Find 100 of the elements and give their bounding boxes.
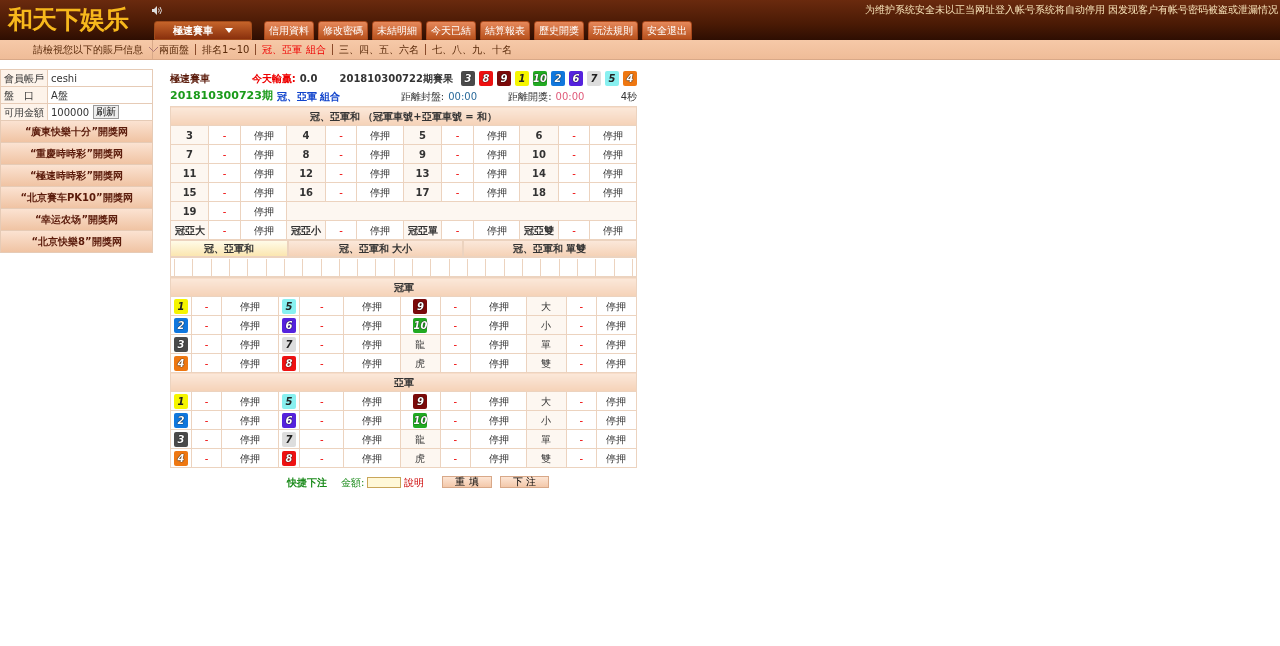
refresh-button[interactable]: 刷新 (93, 105, 120, 119)
bet-status[interactable]: 停押 (240, 125, 287, 145)
bet-status[interactable]: 停押 (221, 315, 279, 335)
bet-status[interactable]: 停押 (240, 182, 287, 202)
bet-status[interactable]: 停押 (596, 334, 637, 354)
bet-status[interactable]: 停押 (473, 163, 520, 183)
bet-status[interactable]: 停押 (589, 144, 637, 164)
subnav-tab[interactable]: 兩面盤 (153, 44, 195, 55)
bet-status[interactable]: 停押 (221, 410, 279, 430)
bet-status[interactable]: 停押 (221, 296, 279, 316)
bet-status[interactable]: 停押 (240, 220, 287, 240)
menu-tab[interactable]: 未結明細 (372, 21, 422, 40)
bet-status[interactable]: 停押 (343, 429, 401, 449)
odds-cell: - (299, 315, 344, 335)
bet-status[interactable]: 停押 (343, 315, 401, 335)
lottery-link[interactable]: “廣東快樂十分”開獎网 (0, 121, 153, 143)
odds-cell: - (191, 429, 222, 449)
bet-status[interactable]: 停押 (343, 448, 401, 468)
bet-status[interactable]: 停押 (589, 182, 637, 202)
bet-label: 7 (170, 144, 209, 164)
subnav-tab[interactable]: 七、八、九、十名 (424, 44, 518, 55)
profit-label: 今天輸贏: (251, 71, 296, 86)
bet-status[interactable]: 停押 (470, 448, 527, 468)
bet-status[interactable]: 停押 (596, 315, 637, 335)
lottery-link[interactable]: “幸运农场”開獎网 (0, 209, 153, 231)
bet-status[interactable]: 停押 (356, 163, 404, 183)
odds-cell: - (558, 144, 590, 164)
bet-status[interactable]: 停押 (356, 182, 404, 202)
bet-status[interactable]: 停押 (356, 144, 404, 164)
lottery-link[interactable]: “北京賽车PK10”開獎网 (0, 187, 153, 209)
odds-cell: - (299, 296, 344, 316)
odds-cell: - (299, 334, 344, 354)
bet-status[interactable]: 停押 (343, 353, 401, 373)
bet-status[interactable]: 停押 (470, 429, 527, 449)
bet-label: 3 (170, 125, 209, 145)
bet-status[interactable]: 停押 (589, 163, 637, 183)
close-label: 距離封盤: (400, 90, 445, 104)
amount-label: 金額: (341, 475, 365, 490)
bet-status[interactable]: 停押 (356, 220, 404, 240)
game-dropdown[interactable]: 極速賽車 (154, 21, 252, 40)
account-value: A盤 (47, 86, 153, 104)
bet-status[interactable]: 停押 (473, 144, 520, 164)
odds-cell: - (441, 220, 474, 240)
bet-status[interactable]: 停押 (343, 296, 401, 316)
reset-button[interactable]: 重 填 (442, 476, 492, 488)
bet-status[interactable]: 停押 (470, 334, 527, 354)
lottery-link[interactable]: “北京快樂8”開獎网 (0, 231, 153, 253)
bet-status[interactable]: 停押 (470, 391, 527, 411)
bet-status[interactable]: 停押 (470, 410, 527, 430)
sum-tab[interactable]: 冠、亞軍和 大小 (288, 240, 463, 257)
odds-cell: - (208, 125, 241, 145)
bet-status[interactable]: 停押 (240, 144, 287, 164)
lottery-link[interactable]: “極速時時彩”開獎网 (0, 165, 153, 187)
bet-status[interactable]: 停押 (589, 220, 637, 240)
bet-status[interactable]: 停押 (240, 201, 287, 221)
bet-status[interactable]: 停押 (596, 410, 637, 430)
amount-field[interactable] (367, 476, 402, 488)
bet-status[interactable]: 停押 (343, 334, 401, 354)
bet-status[interactable]: 停押 (343, 410, 401, 430)
bet-status[interactable]: 停押 (473, 220, 520, 240)
menu-tab[interactable]: 修改密碼 (318, 21, 368, 40)
bet-status[interactable]: 停押 (596, 296, 637, 316)
bet-status[interactable]: 停押 (221, 334, 279, 354)
submit-button[interactable]: 下 注 (499, 476, 549, 488)
bet-status[interactable]: 停押 (596, 429, 637, 449)
bet-status[interactable]: 停押 (221, 391, 279, 411)
bet-status[interactable]: 停押 (221, 353, 279, 373)
odds-cell: - (558, 182, 590, 202)
lottery-link[interactable]: “重慶時時彩”開獎网 (0, 143, 153, 165)
odds-cell: - (440, 448, 471, 468)
bet-status[interactable]: 停押 (470, 296, 527, 316)
bet-status[interactable]: 停押 (473, 125, 520, 145)
bet-status[interactable]: 停押 (240, 163, 287, 183)
odds-cell: - (208, 163, 241, 183)
odds-cell: - (208, 201, 241, 221)
account-label: 會員帳戶 (0, 69, 48, 87)
odds-cell: - (191, 448, 222, 468)
bet-status[interactable]: 停押 (221, 429, 279, 449)
sum-tab[interactable]: 冠、亞軍和 單雙 (462, 240, 637, 257)
bet-status[interactable]: 停押 (470, 353, 527, 373)
bet-status[interactable]: 停押 (596, 353, 637, 373)
bet-status[interactable]: 停押 (596, 448, 637, 468)
bet-status[interactable]: 停押 (343, 391, 401, 411)
bet-status[interactable]: 停押 (356, 125, 404, 145)
odds-cell: - (299, 448, 344, 468)
bet-status[interactable]: 停押 (596, 391, 637, 411)
bet-status[interactable]: 停押 (473, 182, 520, 202)
bet-status[interactable]: 停押 (470, 315, 527, 335)
menu-tab[interactable]: 結算報表 (480, 21, 530, 40)
sum-tab[interactable]: 冠、亞軍和 (170, 240, 288, 257)
odds-cell: - (191, 334, 222, 354)
menu-tab[interactable]: 信用資料 (264, 21, 314, 40)
menu-tab[interactable]: 安全退出 (642, 21, 692, 40)
help-link[interactable]: 說明 (404, 474, 425, 490)
countdown: 4秒 (620, 90, 637, 104)
subnav-tab[interactable]: 排名1~10 (195, 44, 256, 55)
subnav-tab[interactable]: 三、四、五、六名 (331, 44, 425, 55)
bet-status[interactable]: 停押 (221, 448, 279, 468)
bet-status[interactable]: 停押 (589, 125, 637, 145)
menu-tab[interactable]: 玩法規則 (588, 21, 638, 40)
